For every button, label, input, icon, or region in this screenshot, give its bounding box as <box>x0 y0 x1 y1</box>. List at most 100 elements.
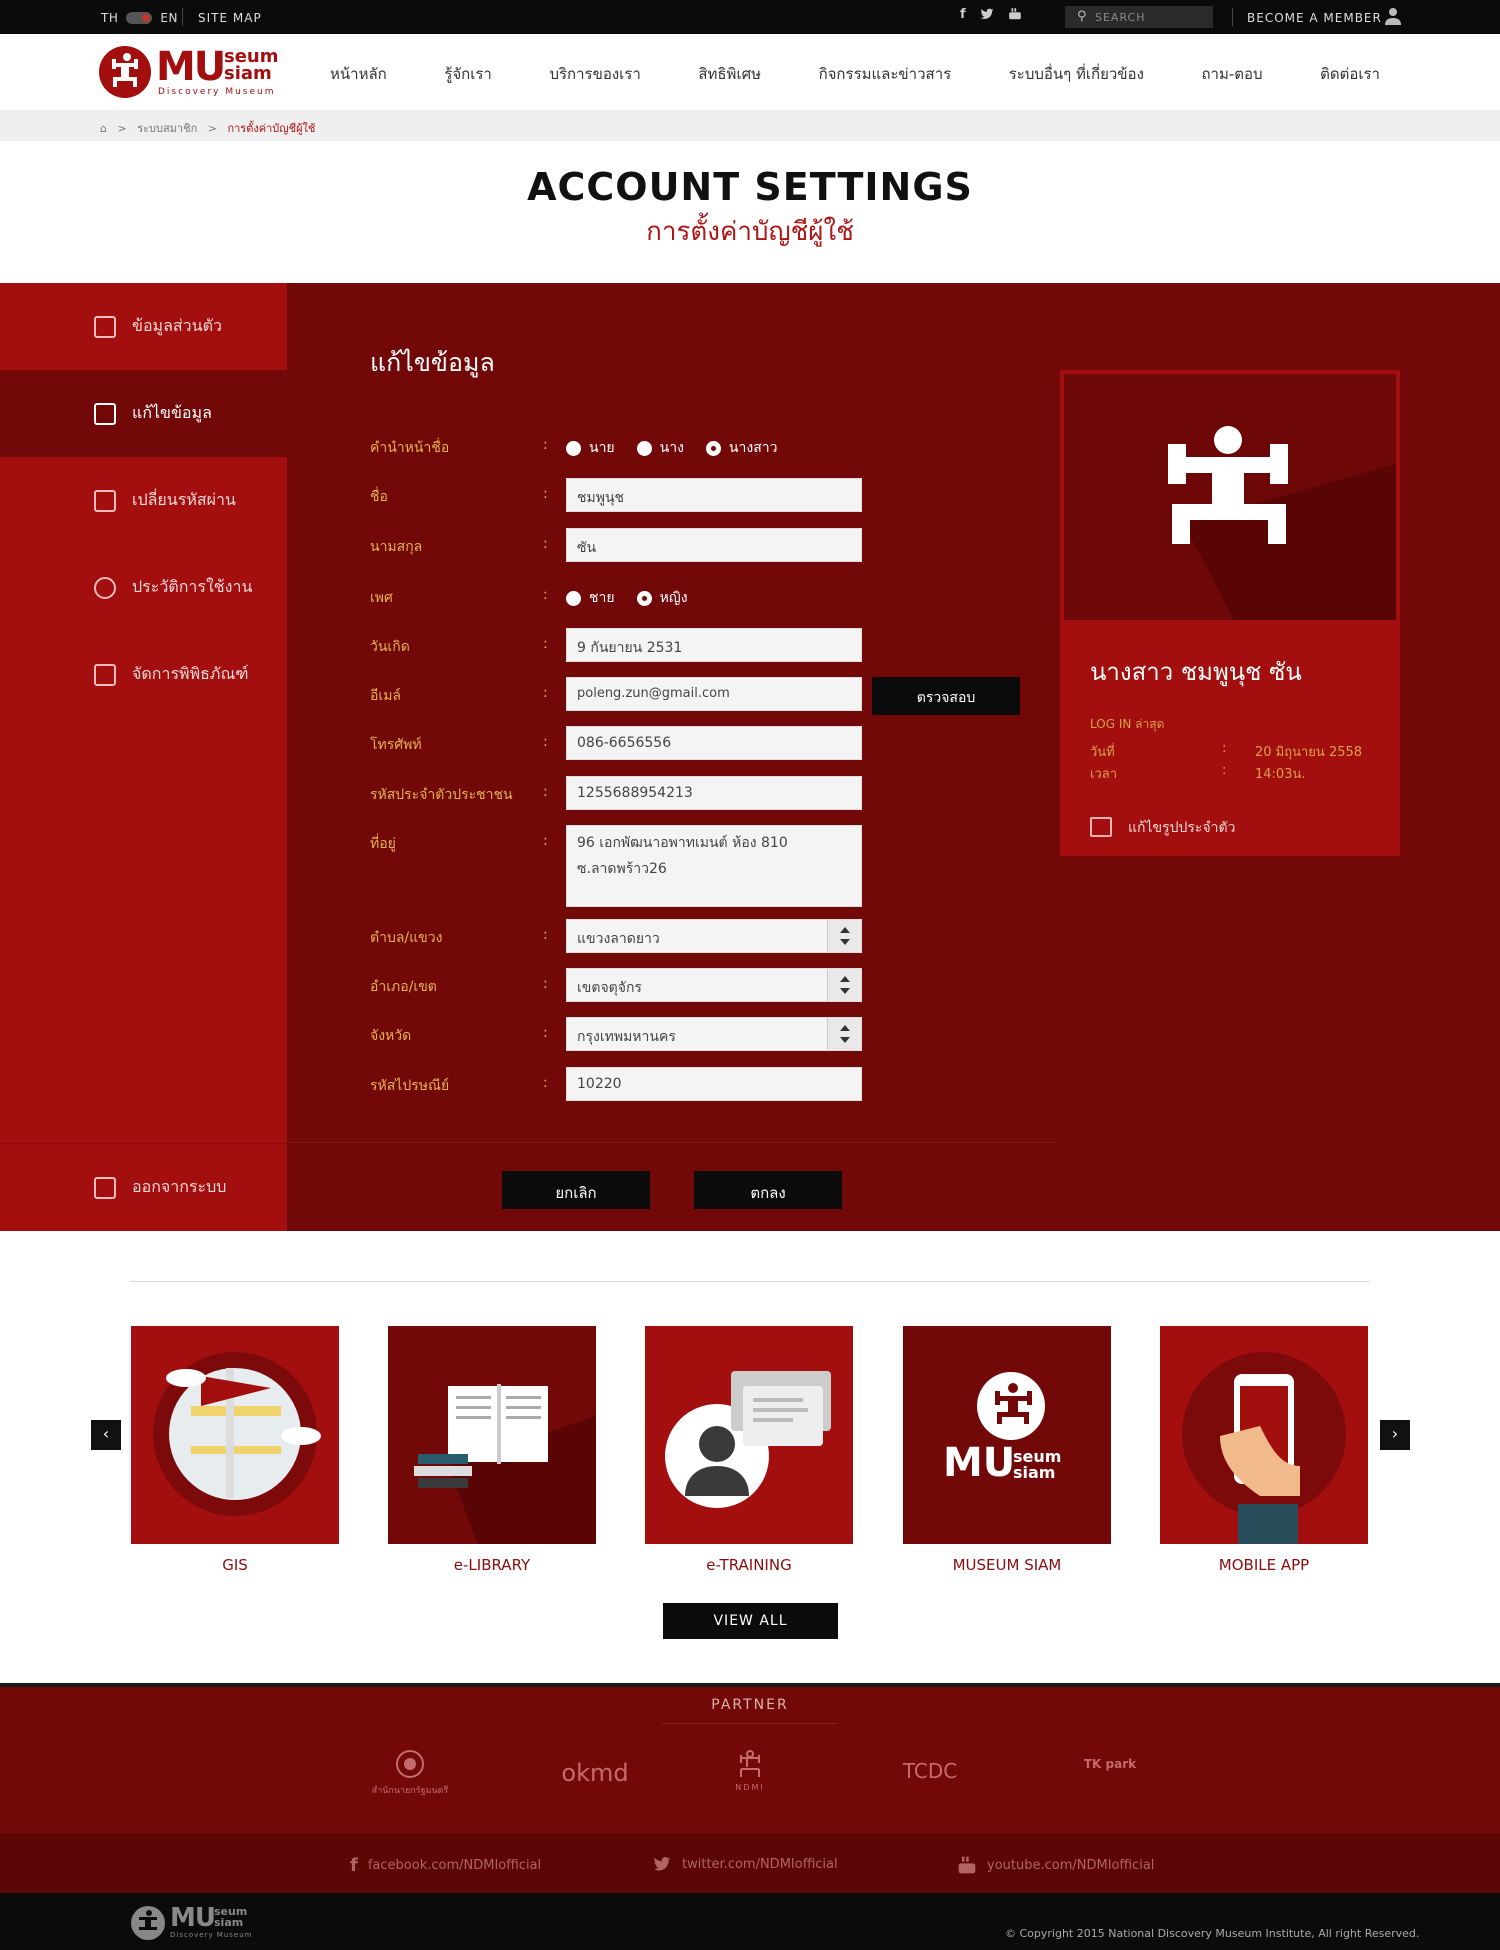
firstname-input[interactable]: ชมพูนุช <box>566 478 862 512</box>
radio-dot-selected[interactable] <box>705 440 721 456</box>
colon: : <box>543 1075 548 1091</box>
sidebar-item-history[interactable]: ประวัติการใช้งาน <box>0 544 287 631</box>
app-card-elibrary[interactable]: e-LIBRARY <box>388 1326 596 1574</box>
search-input[interactable]: ⚲ SEARCH <box>1065 6 1213 28</box>
gender-female-radio[interactable]: หญิง <box>636 587 688 609</box>
sidebar-item-edit-info[interactable]: แก้ไขข้อมูล <box>0 370 287 457</box>
partner-opm[interactable]: สำนักนายกรัฐมนตรี <box>365 1749 455 1797</box>
radio-label: นาง <box>659 440 684 456</box>
lang-en[interactable]: EN <box>160 11 178 25</box>
prefix-miss-radio[interactable]: นางสาว <box>705 437 777 459</box>
footer-logo[interactable]: MU seum siam Discovery Museum <box>130 1903 260 1943</box>
district-select[interactable]: เขตจตุจักร <box>566 968 862 1002</box>
province-select[interactable]: กรุงเทพมหานคร <box>566 1017 862 1051</box>
museum-siam-emblem-icon <box>131 1906 165 1940</box>
prefix-mrs-radio[interactable]: นาง <box>636 437 684 459</box>
gis-icon <box>131 1326 339 1544</box>
facebook-icon[interactable]: f <box>960 7 966 22</box>
nav-faq[interactable]: ถาม-ตอบ <box>1201 62 1262 86</box>
app-card-mobile-app[interactable]: MOBILE APP <box>1160 1326 1368 1574</box>
sidebar-item-profile[interactable]: ข้อมูลส่วนตัว <box>0 283 287 370</box>
twitter-icon[interactable] <box>980 7 994 21</box>
footer-facebook-link[interactable]: f facebook.com/NDMIofficial <box>350 1855 541 1876</box>
museum-siam-logo[interactable]: MU seum siam Discovery Museum <box>98 44 298 102</box>
nav-services[interactable]: บริการของเรา <box>549 62 640 86</box>
nav-contact[interactable]: ติดต่อเรา <box>1320 62 1380 86</box>
sidebar-item-change-password[interactable]: เปลี่ยนรหัสผ่าน <box>0 457 287 544</box>
nav-other-systems[interactable]: ระบบอื่นๆ ที่เกี่ยวข้อง <box>1009 62 1144 86</box>
footer-youtube-link[interactable]: youtube.com/NDMIofficial <box>957 1855 1154 1875</box>
sitemap-link[interactable]: SITE MAP <box>198 11 262 25</box>
submit-button[interactable]: ตกลง <box>694 1171 842 1209</box>
edit-photo-link[interactable]: แก้ไขรูปประจำตัว <box>1090 817 1235 839</box>
language-toggle[interactable] <box>126 12 153 24</box>
breadcrumb-member-system[interactable]: ระบบสมาชิก <box>137 122 197 135</box>
birthday-input[interactable]: 9 กันยายน 2531 <box>566 628 862 662</box>
subdistrict-row: ตำบล/แขวง : แขวงลาดยาว <box>370 919 870 953</box>
profile-card-icon <box>94 315 116 338</box>
language-switch[interactable]: TH EN <box>101 11 178 25</box>
partner-title: PARTNER <box>711 1697 789 1713</box>
radio-dot[interactable] <box>566 590 581 606</box>
lang-th[interactable]: TH <box>101 11 118 25</box>
sidebar-item-label: ประวัติการใช้งาน <box>132 577 253 596</box>
nav-about[interactable]: รู้จักเรา <box>444 62 492 86</box>
partner-tcdc[interactable]: TCDC <box>880 1759 980 1783</box>
avatar[interactable] <box>1064 374 1396 620</box>
select-arrows-icon[interactable] <box>827 969 861 1001</box>
sidebar-item-manage-museum[interactable]: จัดการพิพิธภัณฑ์ <box>0 631 287 718</box>
idcard-row: รหัสประจำตัวประชาชน : 1255688954213 <box>370 776 870 810</box>
app-card-museum-siam[interactable]: MU seum siam MUSEUM SIAM <box>903 1326 1111 1574</box>
radio-dot-selected[interactable] <box>636 590 652 606</box>
profile-card: นางสาว ชมพูนุช ซัน LOG IN ล่าสุด วันที่ … <box>1060 370 1400 856</box>
zipcode-input[interactable]: 10220 <box>566 1067 862 1101</box>
lastname-input[interactable]: ซัน <box>566 528 862 562</box>
sidebar-item-logout[interactable]: ออกจากระบบ <box>0 1144 287 1231</box>
form-title: แก้ไขข้อมูล <box>370 348 495 377</box>
firstname-label: ชื่อ <box>370 489 388 505</box>
nav-activities[interactable]: กิจกรรมและข่าวสาร <box>819 62 952 86</box>
idcard-input[interactable]: 1255688954213 <box>566 776 862 810</box>
chevron-right-icon: › <box>1391 1424 1399 1443</box>
birthday-row: วันเกิด : 9 กันยายน 2531 <box>370 628 870 662</box>
select-arrows-icon[interactable] <box>827 920 861 952</box>
radio-label: นาย <box>589 440 615 456</box>
prefix-mr-radio[interactable]: นาย <box>566 437 615 459</box>
carousel-next-button[interactable]: › <box>1380 1420 1410 1450</box>
carousel-prev-button[interactable]: ‹ <box>91 1420 121 1450</box>
sidebar-item-label: ข้อมูลส่วนตัว <box>132 316 222 335</box>
app-name: MOBILE APP <box>1218 1556 1310 1574</box>
home-icon[interactable]: ⌂ <box>100 122 107 135</box>
footer-twitter-link[interactable]: twitter.com/NDMIofficial <box>652 1855 838 1873</box>
become-member-link[interactable]: BECOME A MEMBER <box>1247 11 1382 25</box>
youtube-icon[interactable] <box>1008 7 1022 21</box>
app-card-gis[interactable]: GIS <box>131 1326 339 1574</box>
colon: : <box>543 685 548 701</box>
radio-dot[interactable] <box>636 440 652 456</box>
nav-privileges[interactable]: สิทธิพิเศษ <box>698 62 761 86</box>
partner-ndmi[interactable]: NDMI <box>725 1749 775 1792</box>
select-arrows-icon[interactable] <box>827 1018 861 1050</box>
subdistrict-select[interactable]: แขวงลาดยาว <box>566 919 862 953</box>
partner-okmd[interactable]: okmd <box>550 1759 640 1787</box>
verify-email-button[interactable]: ตรวจสอบ <box>872 677 1020 715</box>
district-row: อำเภอ/เขต : เขตจตุจักร <box>370 968 870 1002</box>
nav-home[interactable]: หน้าหลัก <box>330 62 387 86</box>
footer-bottom: MU seum siam Discovery Museum © Copyrigh… <box>0 1893 1500 1950</box>
form-divider <box>287 1142 1057 1143</box>
email-input[interactable]: poleng.zun@gmail.com <box>566 677 862 711</box>
gender-male-radio[interactable]: ชาย <box>566 587 615 609</box>
phone-input[interactable]: 086-6656556 <box>566 726 862 760</box>
user-icon[interactable] <box>1385 7 1401 25</box>
date-value: 20 มิถุนายน 2558 <box>1255 745 1363 760</box>
partner-tkpark[interactable]: TK park <box>1080 1757 1140 1771</box>
cancel-button[interactable]: ยกเลิก <box>502 1171 650 1209</box>
account-sidebar: ข้อมูลส่วนตัว แก้ไขข้อมูล เปลี่ยนรหัสผ่า… <box>0 283 287 1231</box>
address-textarea[interactable]: 96 เอกพัฒนาอพาทเมนต์ ห้อง 810 ซ.ลาดพร้าว… <box>566 825 862 907</box>
app-card-etraining[interactable]: e-TRAINING <box>645 1326 853 1574</box>
view-all-button[interactable]: VIEW ALL <box>663 1603 838 1639</box>
colon: : <box>1222 763 1227 778</box>
radio-dot[interactable] <box>566 440 581 456</box>
document-icon <box>94 663 116 686</box>
colon: : <box>543 927 548 943</box>
